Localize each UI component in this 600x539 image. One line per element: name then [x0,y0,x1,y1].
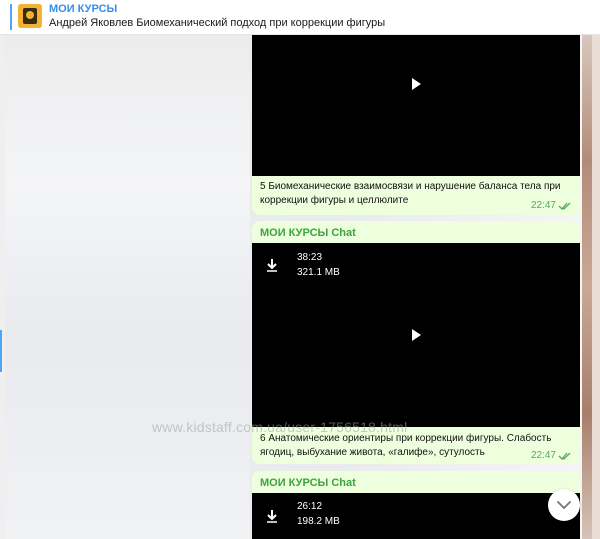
sender-name[interactable]: МОИ КУРСЫ Chat [260,227,356,239]
watermark: www.kidstaff.com.ua/user-1756518.html [152,419,408,435]
video-message[interactable]: МОИ КУРСЫ Chat 26:12 198.2 MB [252,471,580,539]
message-time: 22:47 [530,200,556,211]
download-icon[interactable] [266,509,278,523]
sender-name[interactable]: МОИ КУРСЫ Chat [260,477,356,489]
chat-area[interactable]: 5 Биомеханические взаимосвязи и нарушени… [0,35,600,539]
video-info: 26:12 198.2 MB [297,499,340,529]
scroll-indicator [0,330,2,372]
video-size: 321.1 MB [297,267,340,278]
video-duration: 26:12 [297,501,323,512]
pinned-indicator [10,4,12,30]
video-info: 38:23 321.1 MB [297,250,340,280]
message-time: 22:47 [530,450,556,461]
download-icon[interactable] [266,258,278,272]
double-check-icon [558,452,571,460]
double-check-icon [558,202,571,210]
chevron-down-icon [557,501,571,510]
pinned-title: МОИ КУРСЫ [49,3,118,15]
play-icon[interactable] [412,78,421,90]
play-icon[interactable] [412,329,421,341]
pinned-subtitle: Андрей Яковлев Биомеханический подход пр… [49,17,386,29]
video-size: 198.2 MB [297,516,340,527]
video-player[interactable] [252,35,580,176]
video-player[interactable]: 38:23 321.1 MB [252,243,580,427]
channel-thumbnail [18,4,42,28]
scroll-down-button[interactable] [548,489,580,521]
message-caption: 6 Анатомические ориентиры при коррекции … [260,433,552,458]
video-duration: 38:23 [297,252,323,263]
message-caption: 5 Биомеханические взаимосвязи и нарушени… [260,181,561,206]
blurred-sidebar [5,35,250,539]
video-player[interactable]: 26:12 198.2 MB [252,493,580,539]
pinned-message[interactable]: МОИ КУРСЫ Андрей Яковлев Биомеханический… [0,0,600,35]
video-message[interactable]: 5 Биомеханические взаимосвязи и нарушени… [252,35,580,215]
